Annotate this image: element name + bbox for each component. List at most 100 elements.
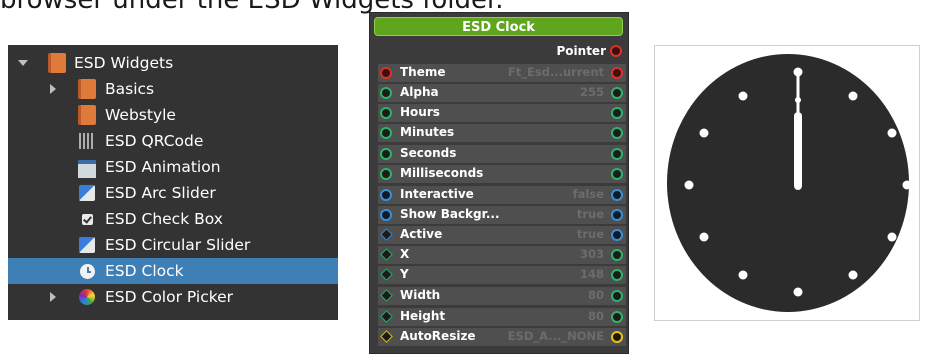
tree-item-esd-qrcode[interactable]: ESD QRCode: [8, 128, 338, 154]
tree-item-esd-widgets[interactable]: ESD Widgets: [8, 50, 338, 76]
output-port-icon[interactable]: [611, 67, 623, 79]
property-row-y[interactable]: Y 148: [378, 266, 626, 284]
collapse-arrow-icon[interactable]: [50, 84, 56, 94]
property-value[interactable]: 148: [580, 267, 604, 281]
property-row-theme[interactable]: Theme Ft_Esd...urrent: [378, 64, 626, 82]
property-name: Seconds: [400, 146, 457, 160]
arc-slider-icon: [79, 185, 95, 201]
output-port-icon[interactable]: [611, 229, 623, 241]
output-port-icon[interactable]: [611, 189, 623, 201]
input-port-icon[interactable]: [380, 67, 392, 79]
input-port-icon[interactable]: [380, 168, 392, 180]
input-port-icon[interactable]: [380, 107, 392, 119]
output-port-icon[interactable]: [611, 148, 623, 160]
collapse-arrow-icon[interactable]: [50, 292, 56, 302]
tree-item-esd-animation[interactable]: ESD Animation: [8, 154, 338, 180]
property-name: Y: [400, 267, 409, 281]
clock-preview: [654, 45, 920, 321]
property-value[interactable]: false: [573, 187, 604, 201]
property-row-x[interactable]: X 303: [378, 246, 626, 264]
hour-marker-8: [699, 232, 709, 242]
property-row-hours[interactable]: Hours: [378, 104, 626, 122]
property-name: Interactive: [400, 187, 474, 201]
tree-item-basics[interactable]: Basics: [8, 76, 338, 102]
tree-item-label: ESD Circular Slider: [105, 236, 251, 254]
property-row-active[interactable]: Active true: [378, 226, 626, 244]
input-port-icon[interactable]: [380, 127, 392, 139]
color-picker-icon: [79, 289, 95, 305]
property-row-seconds[interactable]: Seconds: [378, 145, 626, 163]
tree-item-esd-check-box[interactable]: ESD Check Box: [8, 206, 338, 232]
tree-item-webstyle[interactable]: Webstyle: [8, 102, 338, 128]
output-port-icon[interactable]: [611, 311, 623, 323]
property-value[interactable]: 80: [588, 288, 604, 302]
tree-item-label: Webstyle: [105, 106, 176, 124]
tree-item-label: ESD Color Picker: [105, 288, 234, 306]
expand-arrow-icon[interactable]: [18, 60, 28, 66]
property-value[interactable]: 80: [588, 309, 604, 323]
tree-item-esd-arc-slider[interactable]: ESD Arc Slider: [8, 180, 338, 206]
output-port-icon[interactable]: [611, 331, 623, 343]
hour-marker-5: [848, 270, 858, 280]
hour-marker-11: [738, 91, 748, 101]
property-value[interactable]: true: [577, 207, 604, 221]
circular-slider-icon: [79, 237, 95, 253]
tree-item-esd-circular-slider[interactable]: ESD Circular Slider: [8, 232, 338, 258]
property-name: Show Backgr...: [400, 207, 500, 221]
book-icon: [78, 105, 96, 125]
property-name: Hours: [400, 105, 440, 119]
property-name: Height: [400, 309, 446, 323]
minute-hand: [796, 72, 800, 142]
property-row-autoresize[interactable]: AutoResize ESD_A..._NONE: [378, 328, 626, 346]
input-diamond-port-icon[interactable]: [380, 228, 393, 241]
property-row-milliseconds[interactable]: Milliseconds: [378, 165, 626, 183]
hour-marker-9: [684, 180, 694, 190]
output-port-icon[interactable]: [611, 209, 623, 221]
pointer-label: Pointer: [556, 44, 607, 58]
input-port-icon[interactable]: [380, 189, 392, 201]
tree-item-label: ESD Arc Slider: [105, 184, 216, 202]
property-row-show-background[interactable]: Show Backgr... true: [378, 206, 626, 224]
property-value[interactable]: 255: [580, 85, 604, 99]
property-row-interactive[interactable]: Interactive false: [378, 186, 626, 204]
property-row-width[interactable]: Width 80: [378, 287, 626, 305]
input-diamond-port-icon[interactable]: [380, 310, 393, 323]
property-value[interactable]: ESD_A..._NONE: [508, 329, 604, 343]
property-row-alpha[interactable]: Alpha 255: [378, 84, 626, 102]
property-value[interactable]: true: [577, 227, 604, 241]
hour-marker-7: [738, 270, 748, 280]
tree-item-label: ESD Check Box: [105, 210, 223, 228]
widget-tree-panel: ESD Widgets Basics Webstyle ESD QRCode E…: [8, 45, 338, 320]
hour-marker-10: [699, 128, 709, 138]
output-port-icon[interactable]: [611, 127, 623, 139]
hour-marker-6: [793, 287, 803, 297]
property-row-minutes[interactable]: Minutes: [378, 124, 626, 142]
output-port-icon[interactable]: [611, 168, 623, 180]
node-title[interactable]: ESD Clock: [374, 17, 623, 36]
hour-marker-3: [902, 180, 912, 190]
property-name: AutoResize: [400, 329, 476, 343]
input-port-icon[interactable]: [380, 209, 392, 221]
tree-item-esd-color-picker[interactable]: ESD Color Picker: [8, 284, 338, 310]
input-port-icon[interactable]: [380, 148, 392, 160]
clock-icon: [80, 264, 95, 279]
output-port-icon[interactable]: [611, 87, 623, 99]
input-diamond-port-icon[interactable]: [380, 248, 393, 261]
pointer-port-icon[interactable]: [610, 45, 622, 57]
output-port-icon[interactable]: [611, 290, 623, 302]
book-icon: [78, 79, 96, 99]
input-port-icon[interactable]: [380, 87, 392, 99]
output-port-icon[interactable]: [611, 107, 623, 119]
property-name: Width: [400, 288, 441, 302]
input-diamond-port-icon[interactable]: [380, 330, 393, 343]
property-row-height[interactable]: Height 80: [378, 308, 626, 326]
property-value[interactable]: 303: [580, 247, 604, 261]
output-port-icon[interactable]: [611, 249, 623, 261]
hand-pivot: [795, 97, 801, 103]
output-port-icon[interactable]: [611, 269, 623, 281]
input-diamond-port-icon[interactable]: [380, 268, 393, 281]
property-value[interactable]: Ft_Esd...urrent: [508, 65, 604, 79]
input-diamond-port-icon[interactable]: [380, 289, 393, 302]
qrcode-icon: [79, 133, 95, 149]
tree-item-esd-clock[interactable]: ESD Clock: [8, 258, 338, 284]
